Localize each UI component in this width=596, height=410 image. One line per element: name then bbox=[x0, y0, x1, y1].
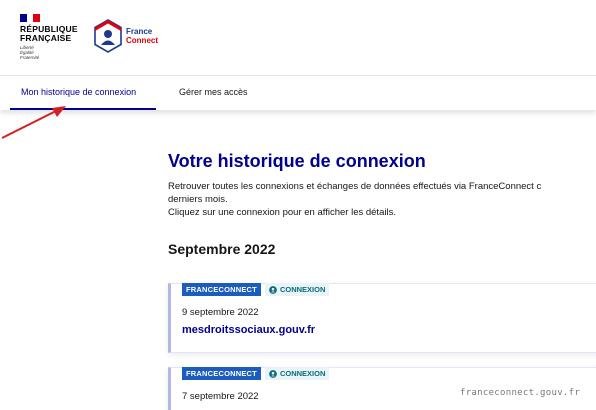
user-circle-icon bbox=[269, 285, 277, 294]
tab-bar: Mon historique de connexion Gérer mes ac… bbox=[0, 76, 596, 110]
connection-date: 9 septembre 2022 bbox=[182, 307, 259, 318]
connexion-badge-label: CONNEXION bbox=[279, 285, 326, 294]
card-badges: FRANCECONNECT CONNEXION bbox=[182, 367, 330, 380]
service-link[interactable]: mesdroitssociaux.gouv.fr bbox=[182, 324, 315, 336]
source-watermark: franceconnect.gouv.fr bbox=[460, 388, 581, 398]
franceconnect-wordmark: France Connect bbox=[126, 27, 158, 45]
fc-word-connect: Connect bbox=[126, 36, 158, 45]
intro-line-3: Cliquez sur une connexion pour en affich… bbox=[168, 207, 396, 218]
card-badges: FRANCECONNECT CONNEXION bbox=[182, 283, 330, 296]
tab-access-management[interactable]: Gérer mes accès bbox=[168, 76, 248, 110]
page-title: Votre historique de connexion bbox=[168, 151, 426, 171]
fc-word-france: France bbox=[126, 27, 153, 36]
intro-line-2: derniers mois. bbox=[168, 194, 228, 205]
connection-date: 7 septembre 2022 bbox=[182, 391, 259, 402]
motto-line-3: Fraternité bbox=[20, 55, 40, 60]
connection-card[interactable]: FRANCECONNECT CONNEXION 9 septembre 2022… bbox=[168, 283, 596, 353]
franceconnect-hexagon-icon bbox=[94, 19, 122, 53]
month-heading: Septembre 2022 bbox=[168, 241, 276, 257]
intro-line-1: Retrouver toutes les connexions et échan… bbox=[168, 181, 542, 192]
franceconnect-logo[interactable]: France Connect bbox=[93, 19, 158, 53]
republic-line-2: FRANÇAISE bbox=[20, 33, 72, 43]
motto: Liberté Égalité Fraternité bbox=[20, 45, 78, 60]
connexion-badge-label: CONNEXION bbox=[279, 369, 326, 378]
main-content: Votre historique de connexion Retrouver … bbox=[168, 150, 596, 257]
flag-icon bbox=[20, 14, 41, 22]
intro-text: Retrouver toutes les connexions et échan… bbox=[168, 180, 596, 219]
connexion-badge: CONNEXION bbox=[264, 367, 330, 380]
franceconnect-badge: FRANCECONNECT bbox=[182, 283, 261, 296]
site-header: RÉPUBLIQUE FRANÇAISE Liberté Égalité Fra… bbox=[0, 0, 596, 76]
franceconnect-badge: FRANCECONNECT bbox=[182, 367, 261, 380]
connexion-badge: CONNEXION bbox=[264, 283, 330, 296]
annotation-arrow bbox=[1, 106, 66, 139]
republique-francaise-logo[interactable]: RÉPUBLIQUE FRANÇAISE Liberté Égalité Fra… bbox=[20, 14, 78, 60]
user-circle-icon bbox=[269, 369, 277, 378]
